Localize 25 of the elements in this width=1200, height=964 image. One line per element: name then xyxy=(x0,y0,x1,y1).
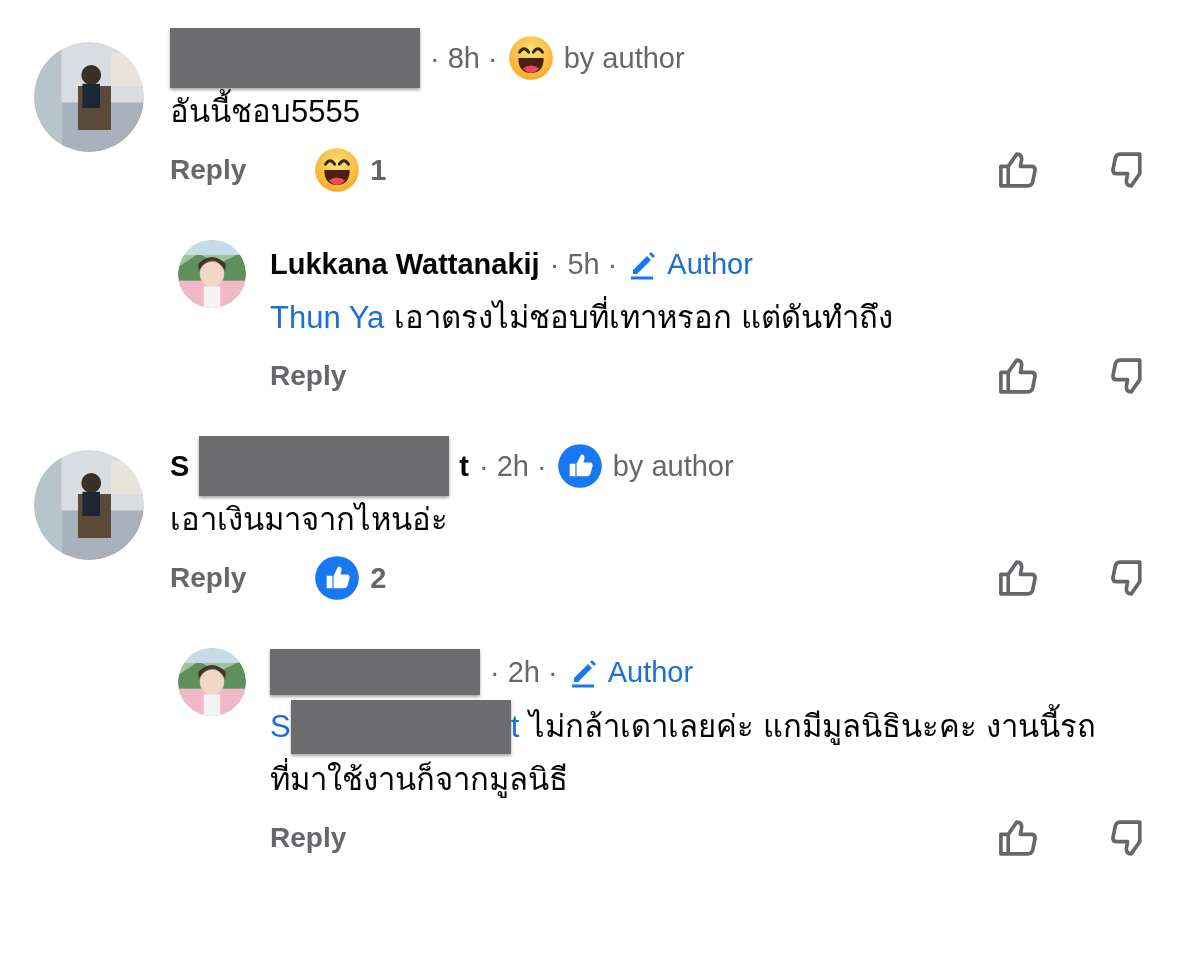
comment-text: เอาเงินมาจากไหนอ่ะ xyxy=(170,501,448,539)
reaction-count: 2 xyxy=(370,561,387,595)
reaction-count: 1 xyxy=(370,153,387,187)
author-label: Author xyxy=(607,655,694,689)
author-label: Author xyxy=(667,247,753,281)
mention-link[interactable]: S xyxy=(270,701,291,753)
author-name: S xyxy=(170,449,190,483)
comment-text: ไม่กล้าเดาเลยค่ะ แกมีมูลนิธินะคะ งานนี้รถ xyxy=(529,701,1096,753)
by-author-label: by author xyxy=(612,449,734,483)
by-author-label: by author xyxy=(563,41,685,75)
comment-time: · 2h · xyxy=(479,449,547,483)
mention-link[interactable]: t xyxy=(510,701,520,753)
mention-link[interactable]: Thun Ya xyxy=(270,292,385,344)
comment-text: ที่มาใช้งานก็จากมูลนิธี xyxy=(270,754,568,806)
reply-button[interactable]: Reply xyxy=(270,360,347,392)
comment-text: เอาตรงไม่ชอบที่เทาหรอก แต่ดันทำถึง xyxy=(394,292,893,344)
reply-button[interactable]: Reply xyxy=(270,822,347,854)
author-name: t xyxy=(459,449,469,483)
author-name: Lukkana Wattanakij xyxy=(270,247,540,281)
comment-text: อันนี้ชอบ5555 xyxy=(170,86,360,138)
reply-button[interactable]: Reply xyxy=(170,154,247,186)
reply-button[interactable]: Reply xyxy=(170,562,247,594)
comment-time: · 5h · xyxy=(549,247,618,281)
comment-time: · 8h · xyxy=(430,41,498,75)
comment-time: · 2h · xyxy=(490,655,558,689)
